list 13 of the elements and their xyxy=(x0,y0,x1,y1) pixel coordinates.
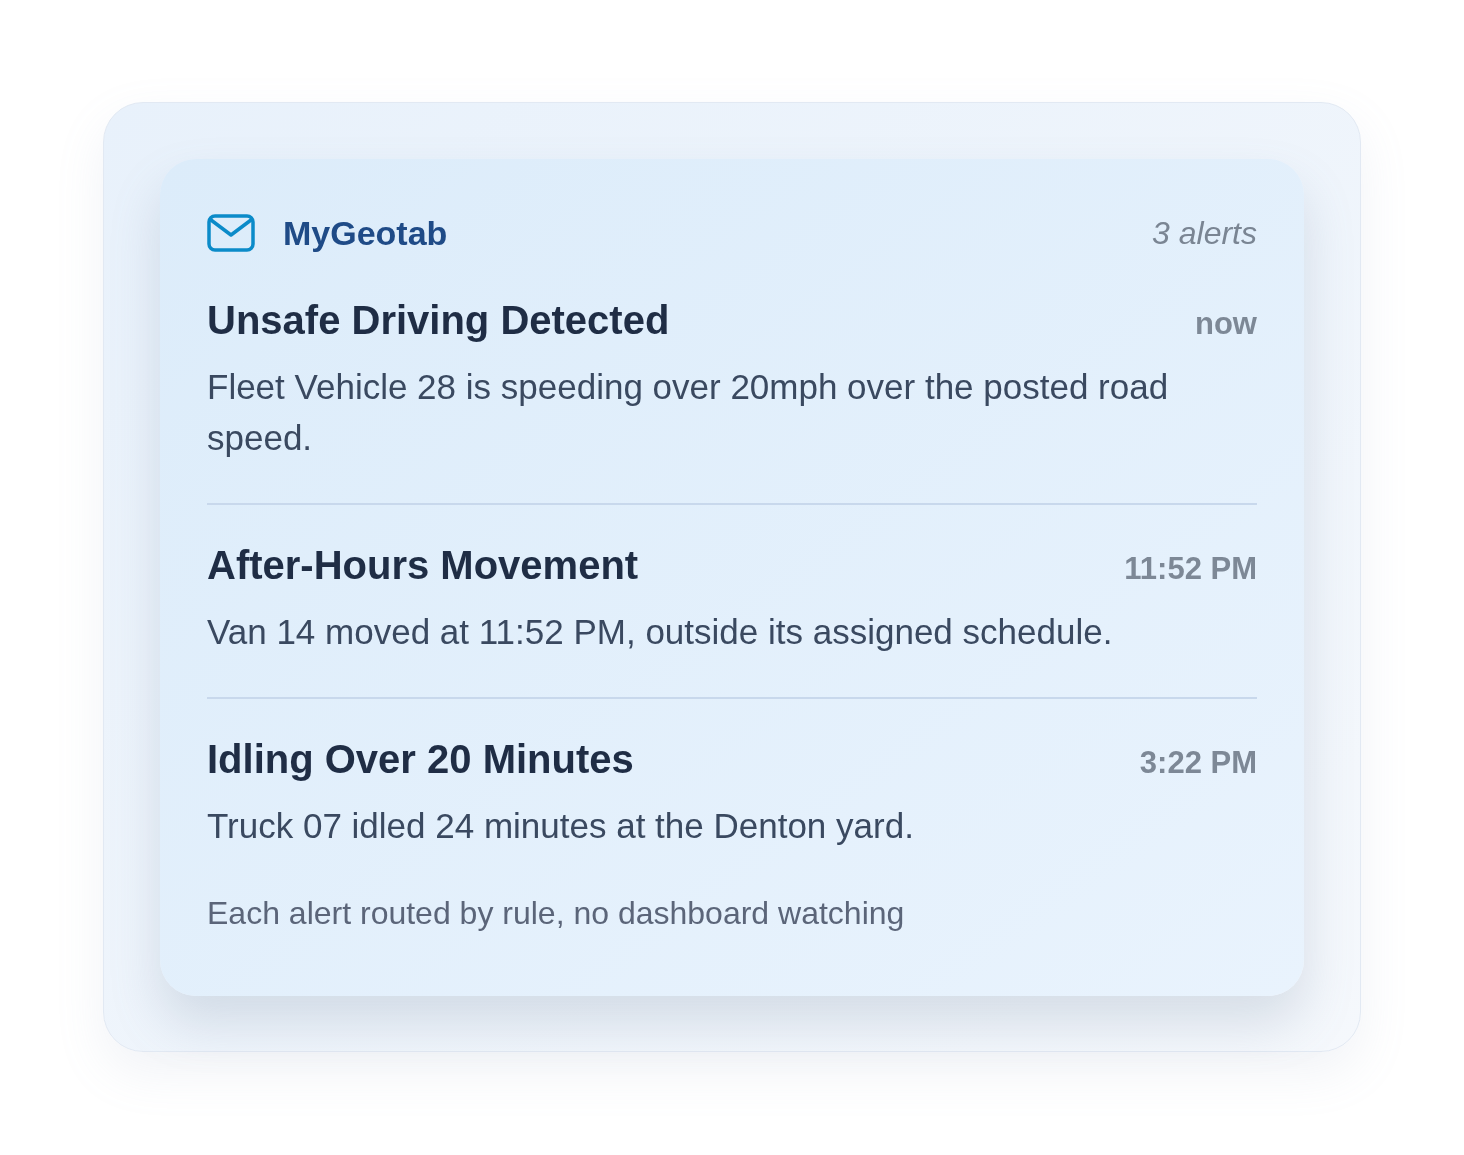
mail-icon xyxy=(207,214,255,252)
alert-count: 3 alerts xyxy=(1152,217,1257,249)
alert-time: 11:52 PM xyxy=(1124,550,1257,588)
alert-title: Idling Over 20 Minutes xyxy=(207,736,634,783)
alert-message: Truck 07 idled 24 minutes at the Denton yard. xyxy=(207,805,915,847)
alert-message: Van 14 moved at 11:52 PM, outside its assigned schedule. xyxy=(207,611,1114,653)
alert-time: now xyxy=(1195,305,1257,343)
alert-time: 3:22 PM xyxy=(1139,744,1257,782)
app-name: MyGeotab xyxy=(283,216,448,250)
footer-note: Each alert routed by rule, no dashboard watching xyxy=(207,894,906,933)
alert-title: Unsafe Driving Detected xyxy=(207,297,670,344)
alert-message: Fleet Vehicle 28 is speeding over 20mph over the posted road speed. xyxy=(207,366,1170,459)
alert-title: After-Hours Movement xyxy=(207,542,639,589)
